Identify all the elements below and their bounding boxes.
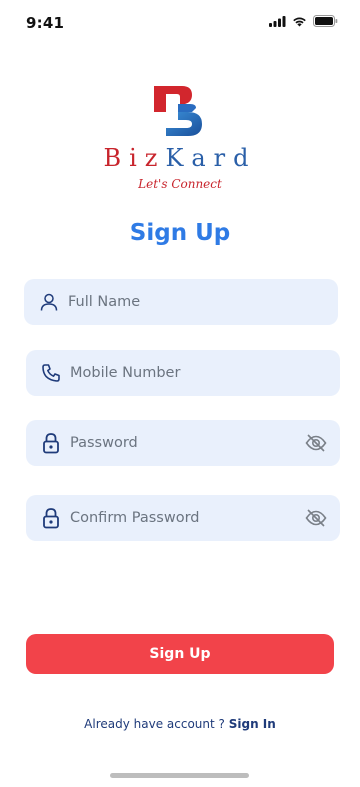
- brand-logo: BizKard Let's Connect: [0, 84, 360, 194]
- status-time: 9:41: [26, 14, 65, 32]
- sign-in-prompt: Already have account ?: [84, 717, 225, 731]
- full-name-input[interactable]: [66, 278, 338, 326]
- status-icons: [269, 15, 338, 27]
- home-indicator: [110, 773, 249, 778]
- confirm-password-field[interactable]: [26, 494, 340, 542]
- signal-icon: [269, 15, 286, 27]
- mobile-number-field[interactable]: [26, 349, 340, 397]
- sign-up-button[interactable]: Sign Up: [26, 634, 334, 674]
- brand-tagline: Let's Connect: [138, 177, 222, 191]
- page-title: Sign Up: [129, 220, 231, 246]
- eye-off-icon[interactable]: [304, 506, 328, 530]
- phone-icon: [40, 362, 62, 384]
- brand-name-part2: Kard: [165, 144, 257, 172]
- sign-in-link[interactable]: Sign In: [229, 717, 276, 731]
- lock-icon: [40, 432, 62, 454]
- password-input[interactable]: [68, 419, 304, 467]
- brand-name-part1: Biz: [103, 144, 166, 172]
- sign-in-prompt-row: Already have account ? Sign In: [0, 717, 360, 731]
- lock-icon: [40, 507, 62, 529]
- status-bar: 9:41: [0, 0, 360, 44]
- bizkard-logo-mark: [154, 86, 202, 136]
- user-icon: [38, 291, 60, 313]
- eye-off-icon[interactable]: [304, 431, 328, 455]
- password-field[interactable]: [26, 419, 340, 467]
- confirm-password-input[interactable]: [68, 494, 304, 542]
- mobile-number-input[interactable]: [68, 349, 340, 397]
- brand-name: BizKard: [0, 144, 360, 172]
- battery-icon: [313, 15, 338, 27]
- wifi-icon: [293, 17, 306, 26]
- full-name-field[interactable]: [24, 278, 338, 326]
